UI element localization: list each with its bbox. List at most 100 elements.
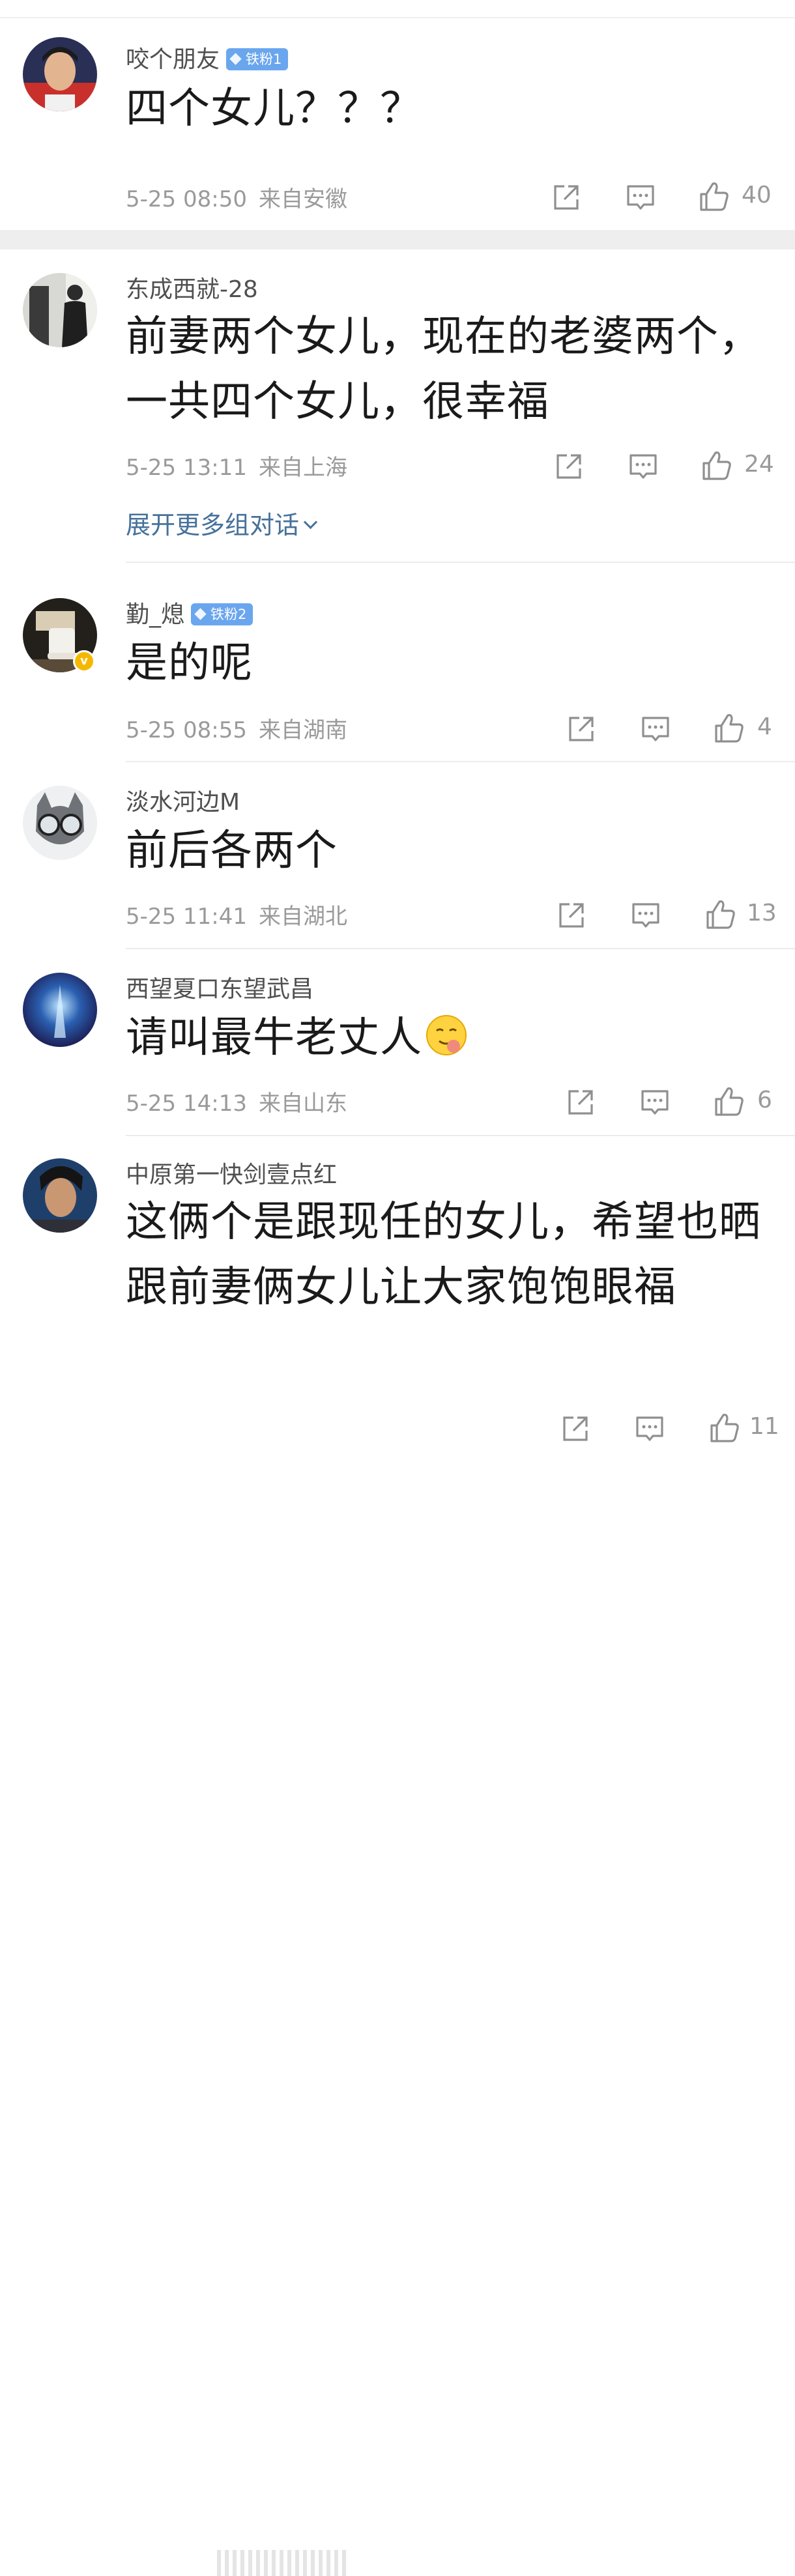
comment-meta: 5-25 11:41 来自湖北 [126, 898, 347, 930]
share-button[interactable] [551, 182, 581, 212]
expand-label[interactable]: 展开更多组对话 [126, 511, 299, 539]
chevron-down-icon [303, 515, 318, 530]
fan-badge: 铁粉1 [226, 48, 289, 70]
comment-location: 来自山东 [258, 1091, 347, 1117]
thumbs-up-icon [700, 182, 729, 211]
avatar[interactable] [23, 1158, 97, 1233]
comment-item: v 勤_熄 铁粉2 是的呢 5-25 08:55 来自湖南 4 [0, 563, 795, 762]
share-icon [556, 454, 581, 479]
comment-icon [642, 717, 669, 741]
comment-meta: 5-25 08:55 来自湖南 [126, 712, 347, 744]
share-icon [568, 1090, 593, 1115]
avatar[interactable] [23, 37, 97, 111]
comment-text: 是的呢 [126, 639, 253, 687]
comment-text: 请叫最牛老丈人 [126, 1005, 781, 1070]
comment-location: 来自安徽 [258, 186, 347, 212]
comment-text: 这俩个是跟现任的女儿，希望也晒跟前妻俩女儿让大家饱饱眼福 [126, 1198, 761, 1311]
avatar[interactable] [23, 973, 97, 1047]
comment-item: 西望夏口东望武昌 请叫最牛老丈人 5-25 14:13 来自山东 6 [0, 949, 795, 1136]
username-text[interactable]: 中原第一快剑壹点红 [126, 1162, 337, 1188]
username-text[interactable]: 西望夏口东望武昌 [126, 976, 313, 1003]
diamond-icon [194, 608, 207, 620]
comment-text: 前后各两个 [126, 827, 338, 875]
comment-date: 5-25 08:50 [126, 186, 247, 212]
username[interactable]: 勤_熄 铁粉2 [126, 595, 253, 629]
comment-date: 5-25 13:11 [126, 455, 247, 481]
share-icon [554, 185, 579, 210]
share-button[interactable] [560, 1414, 590, 1444]
share-button[interactable] [556, 900, 586, 930]
like-button[interactable] [712, 711, 745, 744]
comment-icon [627, 185, 654, 210]
comment-text-content: 请叫最牛老丈人 [126, 1014, 422, 1062]
comment-text: 四个女儿？？？ [126, 85, 422, 133]
like-count: 4 [757, 713, 772, 740]
share-icon [563, 1416, 588, 1441]
like-count: 40 [742, 182, 772, 208]
cropped-bottom-artifact [217, 2550, 347, 2576]
yummy-face-emoji [426, 1015, 467, 1055]
comment-item: 东成西就-28 前妻两个女儿，现在的老婆两个，一共四个女儿，很幸福 5-25 1… [0, 250, 795, 562]
avatar[interactable] [23, 786, 97, 860]
comment-icon [629, 454, 657, 479]
thumbs-up-icon [715, 714, 744, 743]
username-text[interactable]: 勤_熄 [126, 601, 184, 628]
like-button[interactable] [697, 180, 730, 212]
username-text[interactable]: 咬个朋友 [126, 46, 220, 73]
comment-date: 5-25 11:41 [126, 904, 247, 930]
share-icon [559, 903, 584, 928]
comment-button[interactable] [631, 902, 661, 930]
comment-item: 淡水河边M 前后各两个 5-25 11:41 来自湖北 13 [0, 762, 795, 949]
fan-badge-label: 铁粉1 [246, 51, 282, 67]
share-button[interactable] [566, 1087, 596, 1117]
comment-icon [636, 1416, 663, 1441]
username-text[interactable]: 淡水河边M [126, 789, 240, 816]
like-button[interactable] [704, 898, 736, 930]
like-count: 13 [747, 900, 777, 926]
fan-badge-label: 铁粉2 [210, 607, 247, 622]
like-count: 24 [744, 451, 774, 478]
comment-location: 来自湖北 [258, 904, 347, 930]
comment-button[interactable] [640, 1089, 670, 1117]
like-button[interactable] [712, 1085, 745, 1117]
username[interactable]: 东成西就-28 [126, 270, 258, 304]
thumbs-up-icon [702, 451, 731, 480]
comment-icon [632, 903, 659, 928]
section-separator [0, 230, 795, 250]
comment-button[interactable] [641, 715, 671, 744]
avatar-image [23, 786, 97, 860]
username[interactable]: 淡水河边M [126, 783, 240, 817]
comment-meta: 5-25 14:13 来自山东 [126, 1085, 347, 1117]
comment-meta: 5-25 13:11 来自上海 [126, 450, 347, 481]
comment-location: 来自湖南 [258, 717, 347, 743]
comment-date: 5-25 08:55 [126, 717, 247, 743]
comment-button[interactable] [635, 1415, 665, 1444]
username-text[interactable]: 东成西就-28 [126, 276, 258, 303]
avatar-image [23, 37, 97, 111]
username[interactable]: 咬个朋友 铁粉1 [126, 40, 289, 74]
diamond-icon [229, 53, 242, 65]
thumbs-up-icon [715, 1087, 744, 1116]
username[interactable]: 中原第一快剑壹点红 [126, 1156, 337, 1190]
comment-button[interactable] [626, 184, 656, 212]
comment-date: 5-25 14:13 [126, 1091, 247, 1117]
avatar[interactable] [23, 273, 97, 347]
expand-more-replies-link[interactable]: 展开更多组对话 [126, 505, 318, 541]
fan-badge: 铁粉2 [191, 603, 253, 625]
username[interactable]: 西望夏口东望武昌 [126, 970, 313, 1004]
comment-icon [641, 1090, 669, 1115]
like-button[interactable] [708, 1411, 740, 1444]
comment-item: 中原第一快剑壹点红 这俩个是跟现任的女儿，希望也晒跟前妻俩女儿让大家饱饱眼福 1… [0, 1136, 795, 2576]
like-count: 11 [749, 1413, 779, 1440]
thumbs-up-icon [710, 1414, 739, 1442]
comment-location: 来自上海 [258, 455, 347, 481]
like-count: 6 [757, 1087, 772, 1113]
share-button[interactable] [566, 714, 596, 744]
avatar-image [23, 273, 97, 347]
share-button[interactable] [554, 451, 584, 481]
comment-meta: 5-25 08:50 来自安徽 [126, 181, 347, 213]
avatar-image [23, 1158, 97, 1233]
comment-button[interactable] [628, 453, 658, 481]
like-button[interactable] [700, 449, 732, 481]
avatar-image [23, 973, 97, 1047]
